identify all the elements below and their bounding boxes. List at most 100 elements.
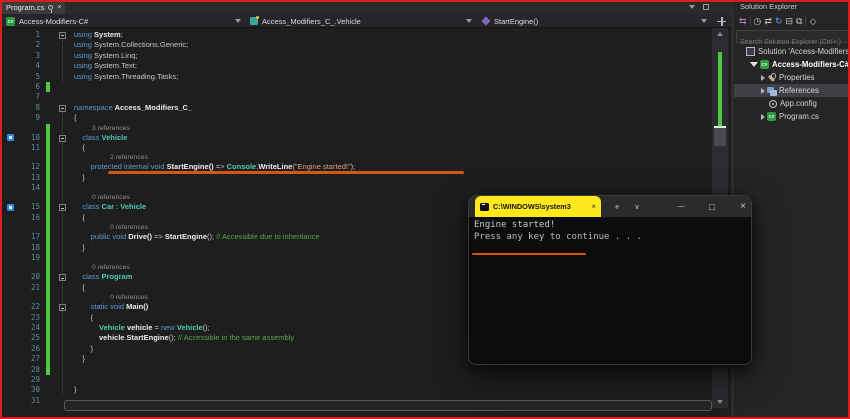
minimize-button[interactable]: — [671,196,691,217]
tree-item-solution-access-modifiers[interactable]: Solution 'Access-Modifiers- [734,45,850,58]
line-number: 29 [30,374,40,384]
line-number: 3 [35,50,40,60]
tab-options-icon[interactable] [703,4,709,10]
solution-explorer-toolbar: ⇆ ◷ ⇄ ↻ ⊟ ⧉ ◇ [736,12,850,29]
fold-collapse-icon[interactable] [59,304,66,312]
codelens-references[interactable]: 3 references [92,124,130,133]
line-number: 12 [30,162,40,172]
preview-icon[interactable]: ◇ [809,16,816,26]
tab-list-chevron-icon[interactable] [689,5,695,9]
fold-collapse-icon[interactable] [59,134,66,142]
code-text: using System.Collections.Generic; [74,40,189,50]
search-box [736,30,850,48]
tree-item-program-cs[interactable]: C# Program.cs [734,110,850,123]
member-dropdown-label: StartEngine() [494,16,539,26]
tree-item-app-config[interactable]: App.config [734,97,850,110]
expander-collapsed-icon[interactable] [761,113,765,120]
cs-icon: C# [767,112,776,121]
pin-icon[interactable] [48,5,54,13]
console-window[interactable]: C:\WINDOWS\system3 × + ∨ — □ × Engine st… [468,195,752,365]
show-all-files-icon[interactable]: ⧉ [796,16,802,26]
method-icon [481,16,491,26]
tree-item-access-modifiers-c[interactable]: C# Access-Modifiers-C# [734,58,850,71]
code-line: 7 [2,92,712,102]
line-number: 16 [30,212,40,222]
code-line: 10 class Vehicle [2,132,712,144]
code-text: using System.Threading.Tasks; [74,71,179,81]
code-line: 13 } [2,172,712,184]
code-line: 30} [2,385,712,395]
horizontal-scrollbar[interactable] [64,400,712,411]
line-number: 21 [30,282,40,292]
maximize-button[interactable]: □ [702,196,722,217]
toolbar-separator [749,15,751,26]
class-icon [250,16,259,25]
fold-collapse-icon[interactable] [59,104,66,112]
tree-item-label: Program.cs [779,112,819,121]
codelens-references[interactable]: 0 references [92,193,130,202]
scroll-up-icon[interactable] [716,32,723,36]
fold-collapse-icon[interactable] [59,204,66,212]
refs-icon [767,86,777,96]
refresh-icon[interactable]: ↻ [775,16,783,26]
type-dropdown[interactable]: Access_Modifiers_C_.Vehicle [246,14,474,28]
scrollbar-thumb[interactable] [714,128,726,146]
close-button[interactable]: × [733,196,751,217]
console-tab[interactable]: C:\WINDOWS\system3 × [475,196,601,217]
tree-item-references[interactable]: References [734,84,850,97]
tab-program-cs[interactable]: Program.cs × [2,1,66,14]
member-dropdown[interactable]: StartEngine() [478,14,712,28]
line-number: 23 [30,312,40,322]
fold-collapse-icon[interactable] [59,32,66,39]
code-line: 9{ [2,113,712,123]
tab-dropdown-button[interactable]: ∨ [627,196,647,217]
project-dropdown[interactable]: C# Access-Modifiers-C# [2,14,244,28]
fold-collapse-icon[interactable] [59,274,66,282]
code-text: { [74,113,77,123]
tree-item-properties[interactable]: Properties [734,71,850,84]
collapse-all-icon[interactable]: ⊟ [786,16,794,26]
code-text: } [74,242,85,252]
expander-expanded-icon[interactable] [750,62,758,67]
code-text: namespace Access_Modifiers_C_ [74,102,193,112]
console-line: Press any key to continue . . . [474,232,642,242]
editor-tab-bar: Program.cs × [0,0,731,14]
codelens-references[interactable]: 0 references [110,293,148,302]
code-text: } [74,343,94,353]
splitter-move-icon[interactable] [717,16,726,26]
code-text: using System.Linq; [74,50,138,60]
expander-collapsed-icon[interactable] [761,74,765,81]
pending-changes-filter-icon[interactable]: ◷ [754,16,762,26]
code-text: { [74,312,94,322]
code-text: } [74,172,85,182]
vs-ide-window: Program.cs × C# Access-Modifiers-C# Acce… [0,0,850,419]
scroll-down-icon[interactable] [716,400,723,404]
console-line: Engine started! [474,220,556,230]
change-marks [718,52,722,128]
solution-tree: Solution 'Access-Modifiers- C# Access-Modi… [734,45,850,123]
cmd-icon [480,202,489,211]
code-line: 6 [2,81,712,93]
codelens-references[interactable]: 2 references [110,153,148,162]
toolbar-separator [805,15,807,26]
switch-views-icon[interactable]: ⇆ [739,16,747,26]
line-number: 31 [30,395,40,405]
close-tab-icon[interactable]: × [57,4,61,11]
codelens-references[interactable]: 0 references [92,263,130,272]
code-text: class Vehicle [82,132,128,142]
tree-item-label: References [779,86,819,95]
code-line: 2 using System.Collections.Generic; [2,40,712,50]
expander-collapsed-icon[interactable] [761,87,765,94]
project-dropdown-label: Access-Modifiers-C# [19,16,89,26]
console-tab-close-icon[interactable]: × [591,202,596,211]
codelens-references[interactable]: 0 references [110,223,148,232]
line-number: 27 [30,354,40,364]
code-line: 4 using System.Text; [2,61,712,71]
console-title-bar[interactable]: C:\WINDOWS\system3 × + ∨ — □ × [469,196,751,217]
code-line: 12 protected internal void StartEngine()… [2,162,712,174]
line-number: 22 [30,302,40,312]
new-tab-button[interactable]: + [607,196,627,217]
sync-with-active-document-icon[interactable]: ⇄ [764,16,772,26]
line-number: 26 [30,343,40,353]
type-dropdown-label: Access_Modifiers_C_.Vehicle [262,16,361,26]
